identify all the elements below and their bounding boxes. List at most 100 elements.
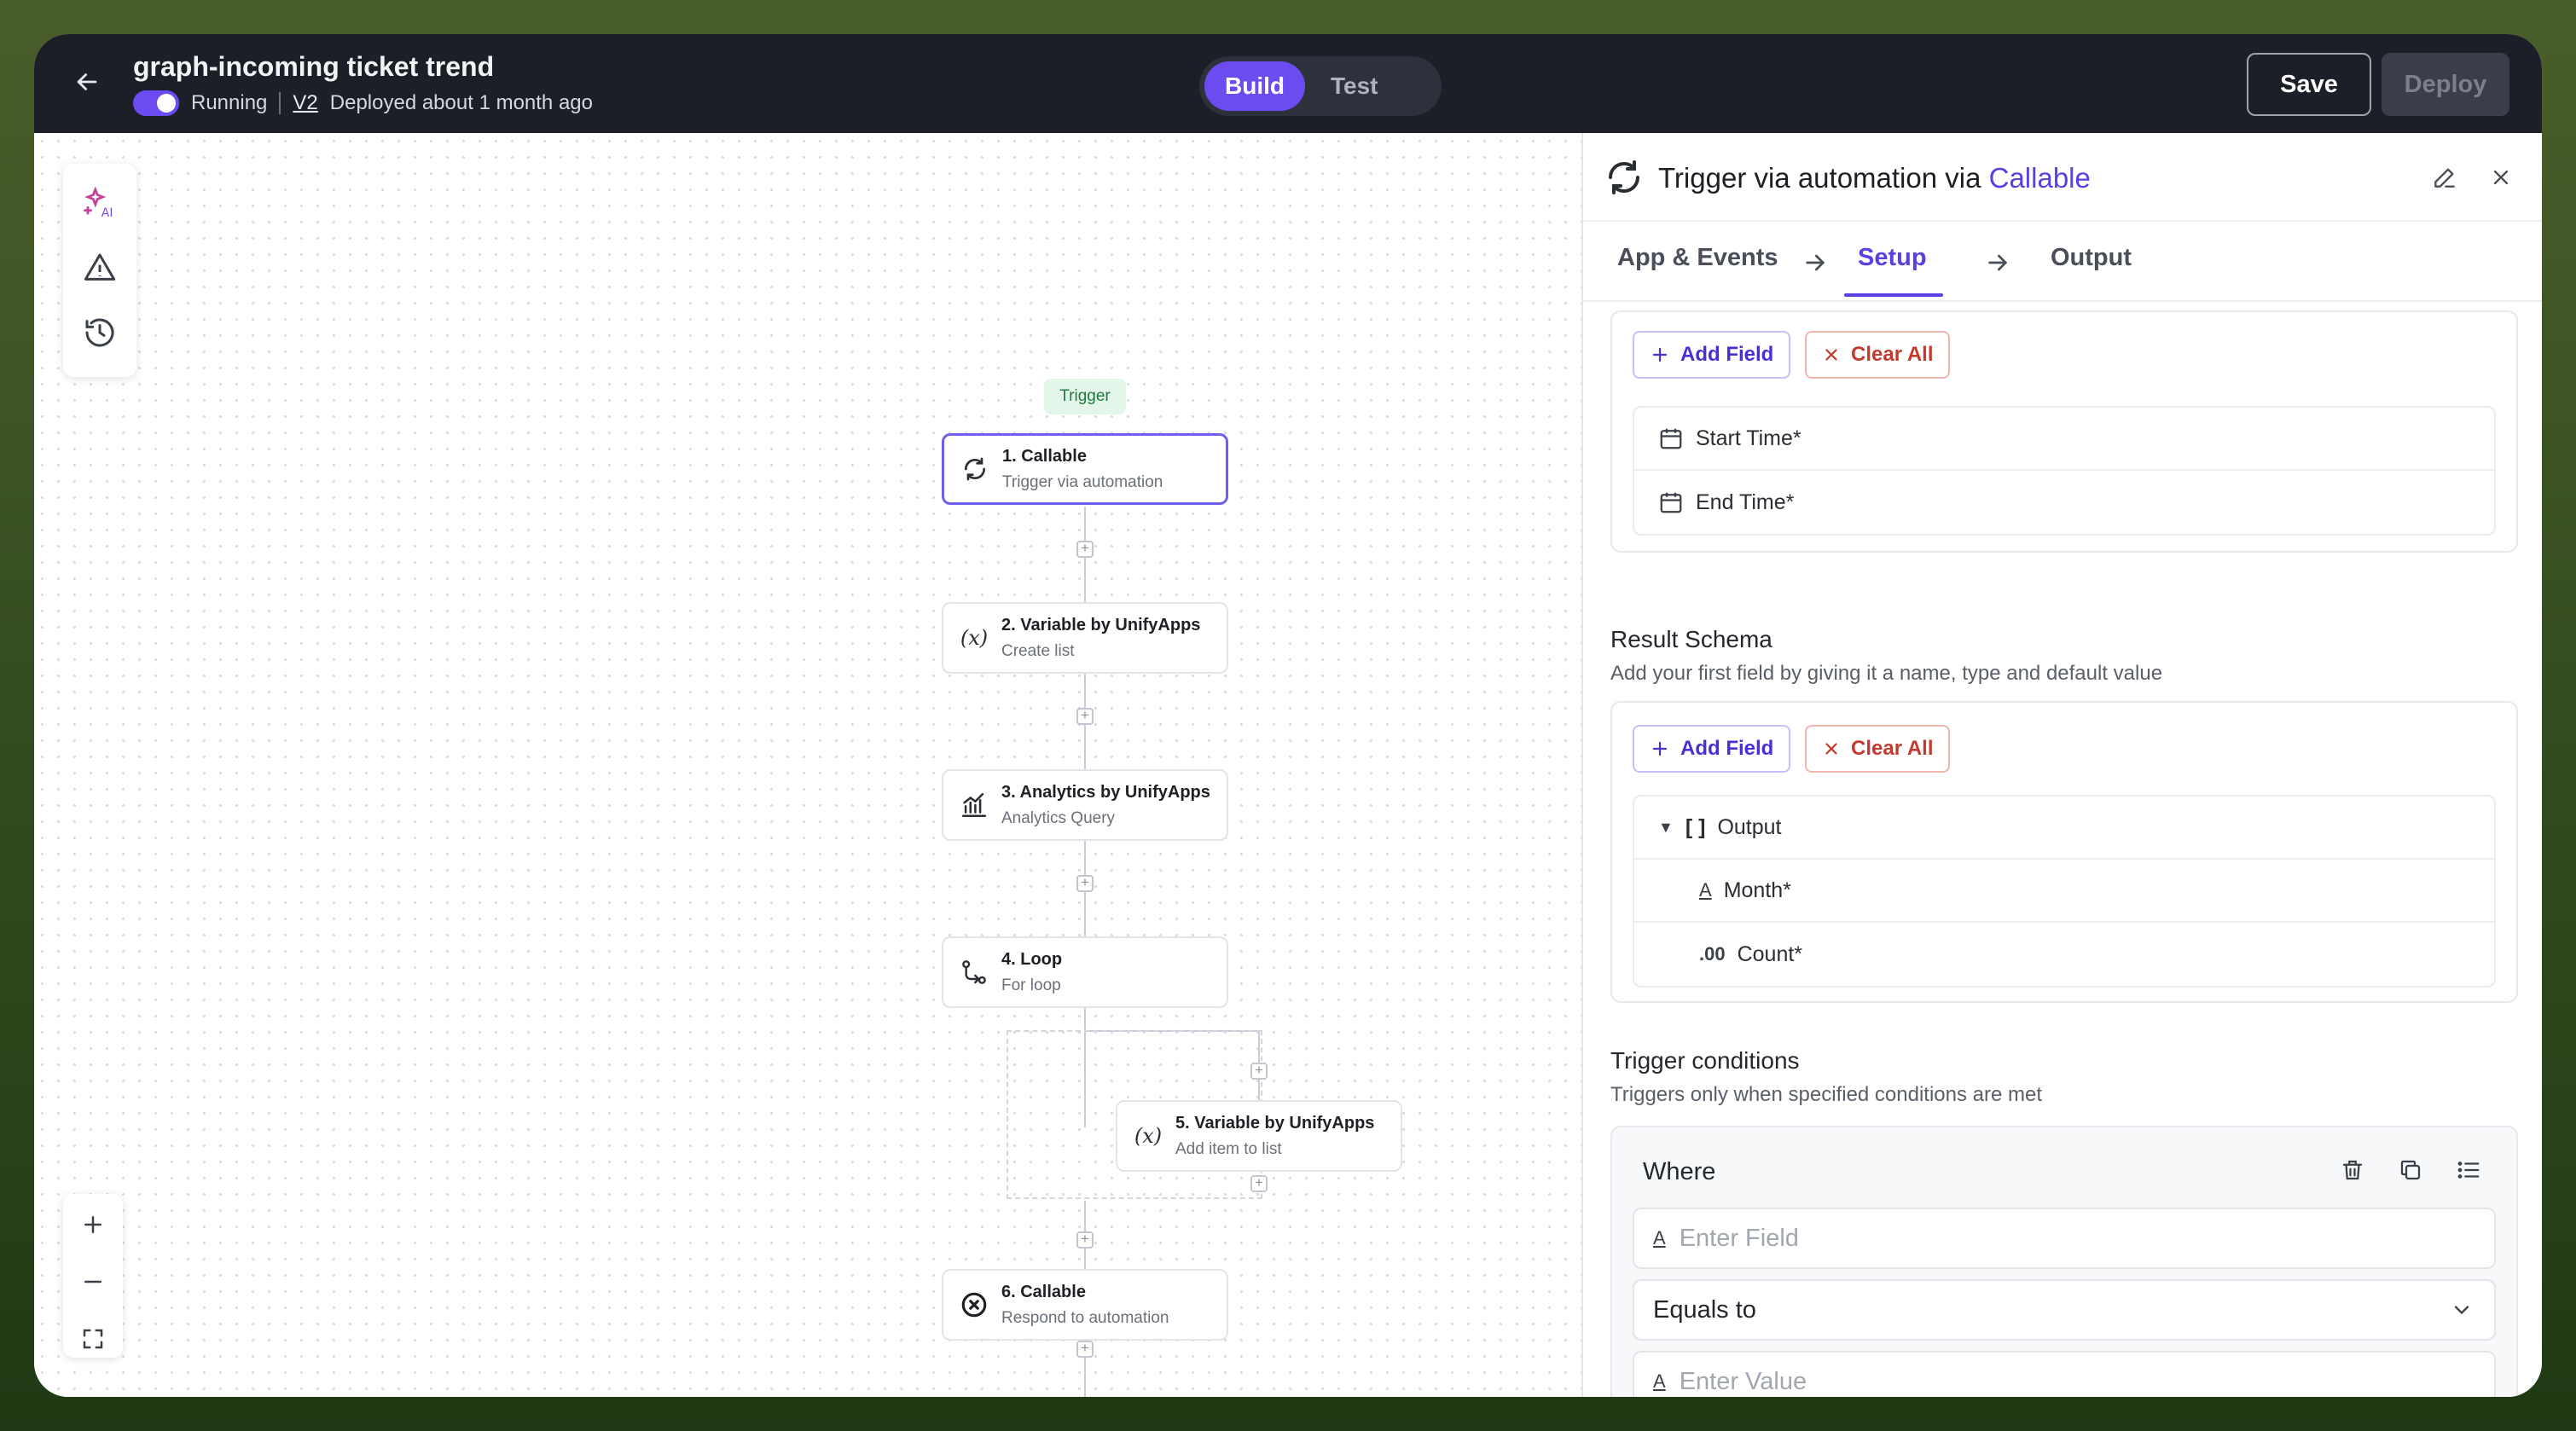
tab-app-events[interactable]: App & Events [1617, 244, 1778, 272]
close-panel-button[interactable] [2484, 160, 2518, 194]
zoom-out-button[interactable] [73, 1263, 113, 1301]
arrow-right-icon [1988, 254, 2008, 271]
workflow-node-analytics-query[interactable]: 3. Analytics by UnifyApps Analytics Quer… [942, 769, 1228, 841]
warnings-button[interactable] [79, 247, 120, 288]
node-title: 4. Loop [1001, 949, 1063, 969]
array-type-marker: [ ] [1685, 814, 1706, 839]
parameter-fields: Start Time* End Time* [1633, 406, 2496, 536]
deploy-button[interactable]: Deploy [2382, 53, 2509, 116]
history-button[interactable] [79, 312, 120, 353]
workflow-node-create-list[interactable]: (x) 2. Variable by UnifyApps Create list [942, 602, 1228, 674]
workflow-node-add-item[interactable]: (x) 5. Variable by UnifyApps Add item to… [1116, 1100, 1402, 1172]
add-step-button[interactable]: + [1250, 1063, 1268, 1080]
fit-view-button[interactable] [73, 1319, 113, 1358]
condition-list-button[interactable] [2451, 1153, 2486, 1187]
active-tab-indicator [1844, 293, 1943, 297]
node-subtitle: Trigger via automation [1002, 472, 1163, 491]
schema-root-output[interactable]: ▼ [ ] Output [1634, 797, 2494, 860]
plus-icon [1652, 347, 1668, 362]
plus-icon [84, 1216, 102, 1234]
add-step-button[interactable]: + [1076, 875, 1094, 892]
add-field-label: Add Field [1680, 737, 1774, 760]
workflow-canvas[interactable]: AI + + + + + + + Trigger 1. Callable Tri… [34, 133, 1581, 1397]
schema-field-count[interactable]: .00 Count* [1634, 923, 2494, 986]
close-circle-icon [959, 1289, 989, 1320]
test-tab[interactable]: Test [1310, 61, 1399, 111]
refresh-icon [960, 454, 990, 484]
top-bar: graph-incoming ticket trend Running V2 D… [34, 34, 2542, 133]
clear-all-button[interactable]: Clear All [1805, 725, 1951, 773]
schema-fields: ▼ [ ] Output A Month* .00 Count* [1633, 795, 2496, 988]
list-icon [2457, 1162, 2480, 1179]
running-toggle[interactable] [133, 90, 179, 116]
variable-icon: (x) [1134, 1124, 1163, 1148]
plus-icon [1652, 741, 1668, 756]
close-icon [1825, 743, 1837, 755]
add-step-button[interactable]: + [1250, 1175, 1268, 1192]
panel-title: Trigger via automation via Callable [1658, 162, 2091, 194]
close-icon [2493, 170, 2509, 185]
divider [279, 92, 281, 114]
add-step-button[interactable]: + [1076, 708, 1094, 725]
condition-value-input[interactable]: A Enter Value [1633, 1351, 2496, 1397]
history-icon [85, 318, 114, 347]
schema-field-month[interactable]: A Month* [1634, 860, 2494, 923]
save-button[interactable]: Save [2247, 53, 2371, 116]
svg-text:AI: AI [102, 206, 113, 220]
node-title: 1. Callable [1002, 446, 1087, 466]
calendar-icon [1660, 428, 1682, 449]
field-row-start-time[interactable]: Start Time* [1634, 408, 2494, 471]
build-tab[interactable]: Build [1204, 61, 1305, 111]
workflow-node-callable-trigger[interactable]: 1. Callable Trigger via automation [942, 433, 1228, 505]
add-step-button[interactable]: + [1076, 1231, 1094, 1249]
value-placeholder: Enter Value [1679, 1367, 1807, 1395]
canvas-tools: AI [63, 164, 136, 377]
pencil-icon [2434, 168, 2455, 188]
result-schema-card: Add Field Clear All ▼ [ ] Output A Month… [1610, 701, 2518, 1003]
number-type-icon: .00 [1699, 943, 1726, 965]
text-type-icon: A [1653, 1370, 1666, 1392]
tab-output[interactable]: Output [2051, 244, 2132, 272]
field-label: Output [1717, 814, 1782, 839]
add-field-button[interactable]: Add Field [1633, 725, 1791, 773]
workflow-node-loop[interactable]: 4. Loop For loop [942, 936, 1228, 1008]
result-schema-title: Result Schema [1610, 626, 1772, 652]
node-title: 5. Variable by UnifyApps [1175, 1113, 1375, 1133]
tab-setup[interactable]: Setup [1858, 244, 1927, 272]
fullscreen-icon [83, 1329, 103, 1348]
clear-all-button[interactable]: Clear All [1805, 331, 1951, 379]
conditions-card: Where A Enter Field Equals to A Enter Va… [1610, 1126, 2518, 1397]
field-row-end-time[interactable]: End Time* [1634, 471, 2494, 534]
minus-icon [84, 1280, 102, 1283]
app-window: graph-incoming ticket trend Running V2 D… [34, 34, 2542, 1397]
chevron-down-icon [2454, 1306, 2469, 1315]
delete-condition-button[interactable] [2335, 1153, 2370, 1187]
duplicate-condition-button[interactable] [2393, 1153, 2428, 1187]
condition-field-input[interactable]: A Enter Field [1633, 1208, 2496, 1269]
status-text: Running [191, 91, 268, 114]
node-title: 2. Variable by UnifyApps [1001, 615, 1201, 634]
node-subtitle: Create list [1001, 641, 1075, 660]
add-step-button[interactable]: + [1076, 541, 1094, 558]
field-label: End Time* [1696, 490, 1795, 514]
field-label: Month* [1723, 878, 1791, 902]
clear-all-label: Clear All [1851, 737, 1934, 760]
add-field-button[interactable]: Add Field [1633, 331, 1791, 379]
operator-value: Equals to [1653, 1295, 1756, 1324]
warning-icon [84, 253, 116, 281]
zoom-in-button[interactable] [73, 1206, 113, 1244]
workflow-node-respond[interactable]: 6. Callable Respond to automation [942, 1269, 1228, 1341]
parameters-card: Add Field Clear All Start Time* End Time… [1610, 310, 2518, 553]
version-link[interactable]: V2 [293, 91, 317, 115]
operator-select[interactable]: Equals to [1633, 1279, 2496, 1341]
ai-sparkle-button[interactable]: AI [79, 182, 120, 223]
node-subtitle: Analytics Query [1001, 808, 1116, 827]
arrow-right-icon [1806, 254, 1825, 271]
add-step-button[interactable]: + [1076, 1341, 1094, 1358]
field-label: Count* [1737, 941, 1803, 966]
back-button[interactable] [70, 65, 104, 99]
step-tabs: App & Events Setup Output [1583, 222, 2542, 302]
edit-button[interactable] [2428, 160, 2462, 194]
panel-title-prefix: Trigger via automation via [1658, 162, 1981, 194]
caret-down-icon[interactable]: ▼ [1658, 819, 1674, 837]
